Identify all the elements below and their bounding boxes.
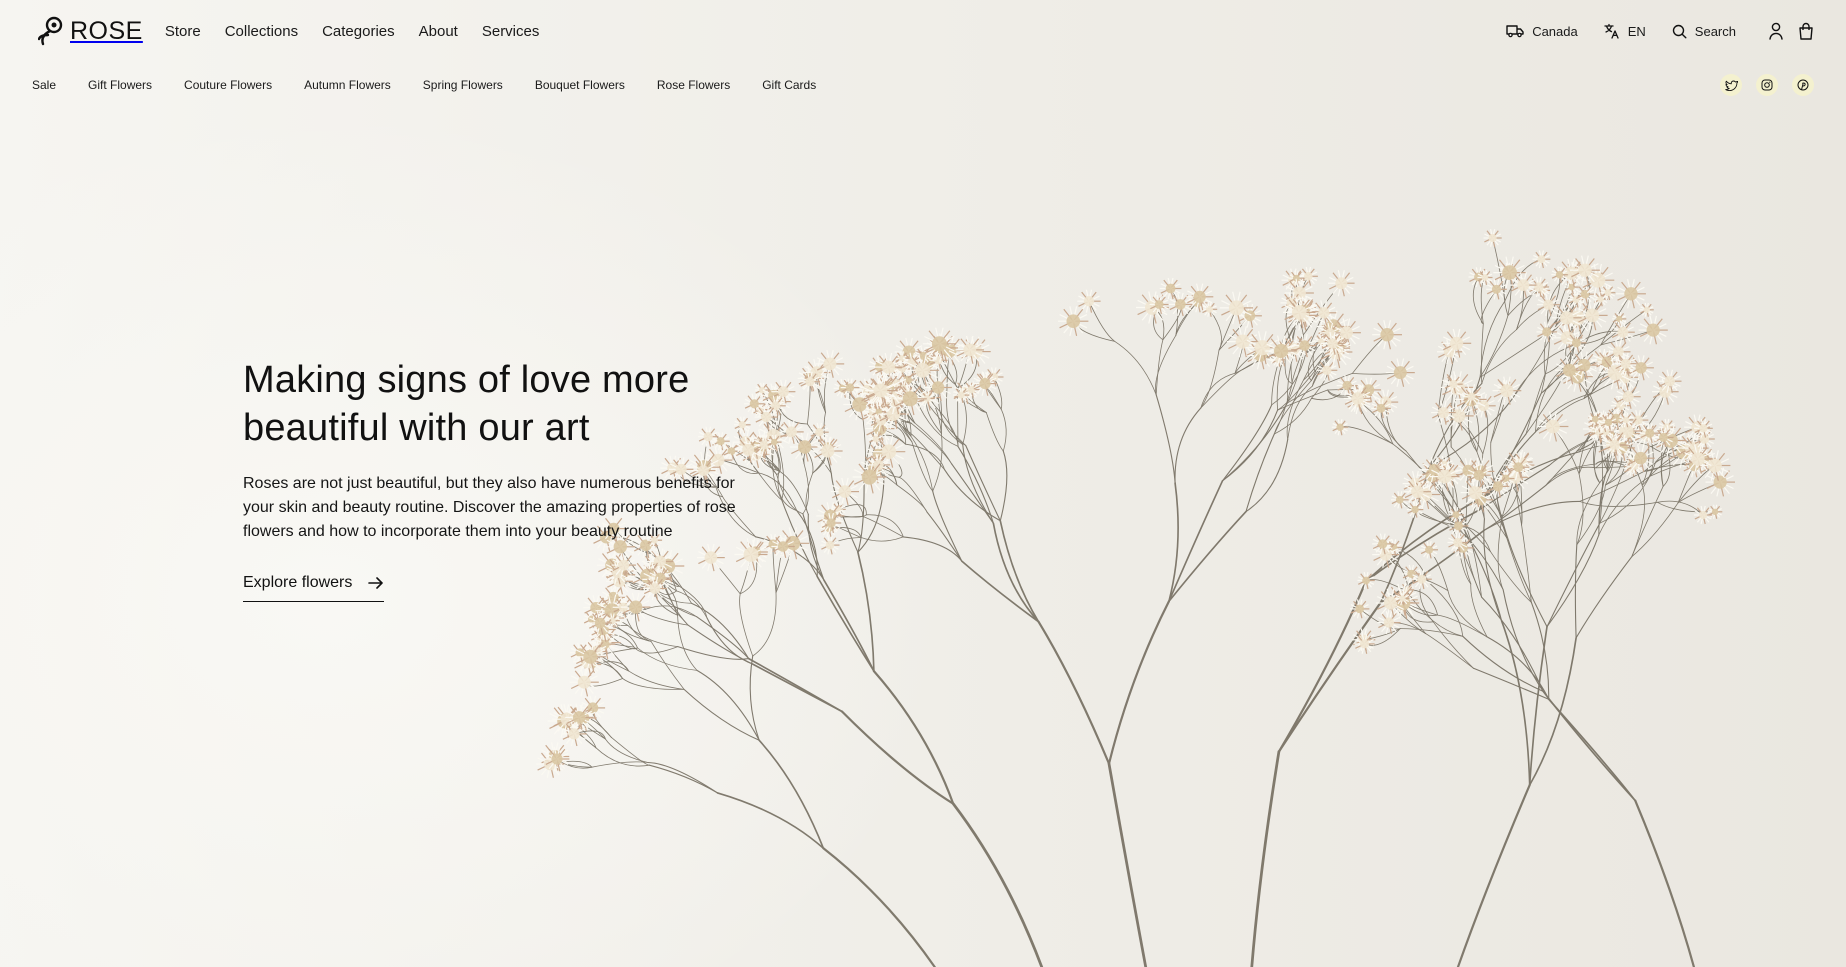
category-gift-cards[interactable]: Gift Cards: [762, 78, 816, 92]
twitter-link[interactable]: [1720, 74, 1742, 96]
language-label: EN: [1627, 23, 1646, 39]
nav-services[interactable]: Services: [482, 23, 540, 40]
header-utilities: Canada EN Search: [1506, 22, 1814, 40]
category-spring-flowers[interactable]: Spring Flowers: [423, 78, 503, 92]
nav-store[interactable]: Store: [165, 23, 201, 40]
category-autumn-flowers[interactable]: Autumn Flowers: [304, 78, 391, 92]
hero-description: Roses are not just beautiful, but they a…: [243, 475, 736, 540]
translate-icon: [1604, 23, 1619, 39]
arrow-right-icon: [368, 577, 384, 589]
brand-logo[interactable]: ROSE: [38, 16, 143, 46]
category-gift-flowers[interactable]: Gift Flowers: [88, 78, 152, 92]
twitter-icon: [1724, 80, 1738, 91]
region-label: Canada: [1532, 23, 1578, 39]
language-selector[interactable]: EN: [1604, 23, 1646, 39]
user-icon: [1769, 22, 1783, 40]
truck-icon: [1506, 25, 1524, 38]
explore-flowers-label: Explore flowers: [243, 574, 353, 591]
category-sale[interactable]: Sale: [32, 78, 56, 92]
hero-section: Making signs of love more beautiful with…: [243, 356, 763, 602]
category-nav: Sale Gift Flowers Couture Flowers Autumn…: [32, 78, 816, 92]
brand-name: ROSE: [70, 16, 143, 45]
rose-logo-icon: [38, 16, 63, 46]
main-nav: Store Collections Categories About Servi…: [165, 23, 540, 40]
category-bar: Sale Gift Flowers Couture Flowers Autumn…: [0, 70, 1846, 100]
category-rose-flowers[interactable]: Rose Flowers: [657, 78, 730, 92]
instagram-link[interactable]: [1756, 74, 1778, 96]
nav-categories[interactable]: Categories: [322, 23, 395, 40]
account-button[interactable]: [1768, 22, 1784, 40]
nav-about[interactable]: About: [419, 23, 458, 40]
region-selector[interactable]: Canada: [1506, 24, 1578, 39]
social-links: [1720, 74, 1814, 96]
search-icon: [1672, 24, 1687, 38]
instagram-icon: [1761, 79, 1773, 91]
bag-icon: [1799, 22, 1813, 40]
category-bouquet-flowers[interactable]: Bouquet Flowers: [535, 78, 625, 92]
hero-title: Making signs of love more beautiful with…: [243, 359, 690, 449]
search-button[interactable]: Search: [1672, 24, 1736, 39]
category-couture-flowers[interactable]: Couture Flowers: [184, 78, 272, 92]
pinterest-link[interactable]: [1792, 74, 1814, 96]
nav-collections[interactable]: Collections: [225, 23, 298, 40]
explore-flowers-link[interactable]: Explore flowers: [243, 574, 385, 602]
search-label: Search: [1694, 23, 1736, 39]
pinterest-icon: [1797, 79, 1809, 91]
cart-button[interactable]: [1798, 22, 1814, 40]
site-header: ROSE Store Collections Categories About …: [0, 0, 1846, 62]
